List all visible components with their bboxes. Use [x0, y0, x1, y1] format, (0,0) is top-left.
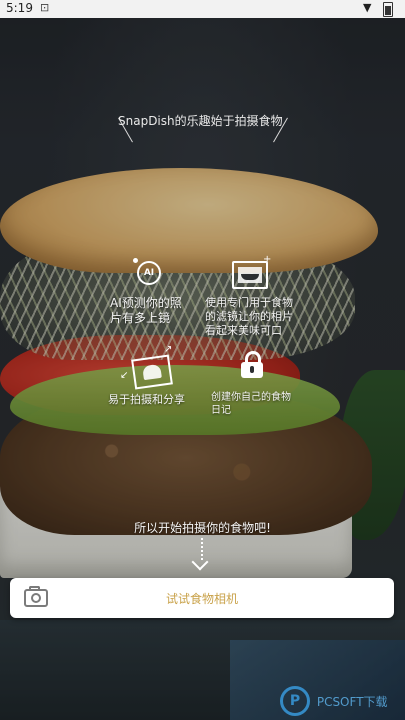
watermark: P PCSOFT下载	[280, 686, 388, 716]
status-bar: 5:19 ⊡ ▼	[0, 0, 405, 18]
watermark-logo: P	[280, 686, 310, 716]
try-food-camera-label: 试试食物相机	[165, 592, 238, 606]
lock-icon	[241, 351, 263, 379]
ai-dot-decoration	[133, 258, 138, 263]
notification-icon: ⊡	[40, 1, 50, 14]
feature-ai-label: AI预测你的照片有多上镜	[110, 296, 182, 325]
share-photo-icon	[131, 354, 173, 390]
tagline: SnapDish的乐趣始于拍摄食物	[118, 114, 283, 128]
arrow-up-right-icon: ↗	[164, 344, 173, 355]
status-time: 5:19	[6, 1, 33, 15]
feature-share-label: 易于拍摄和分享	[108, 393, 185, 406]
start-prompt: 所以开始拍摄你的食物吧!	[134, 521, 271, 535]
sparkle-icon: +	[263, 254, 272, 265]
try-food-camera-button[interactable]: 试试食物相机	[10, 578, 394, 618]
wifi-icon: ▼	[363, 1, 372, 14]
photo-filter-icon	[232, 261, 268, 289]
battery-icon	[383, 2, 393, 17]
ai-icon: AI	[137, 261, 161, 285]
feature-diary-label: 创建你自己的食物日记	[211, 392, 291, 416]
arrow-down-left-icon: ↙	[120, 370, 129, 381]
feature-filter-label: 使用专门用于食物的滤镜让你的相片看起来美味可口	[205, 296, 293, 337]
watermark-text: PCSOFT下载	[316, 694, 388, 709]
